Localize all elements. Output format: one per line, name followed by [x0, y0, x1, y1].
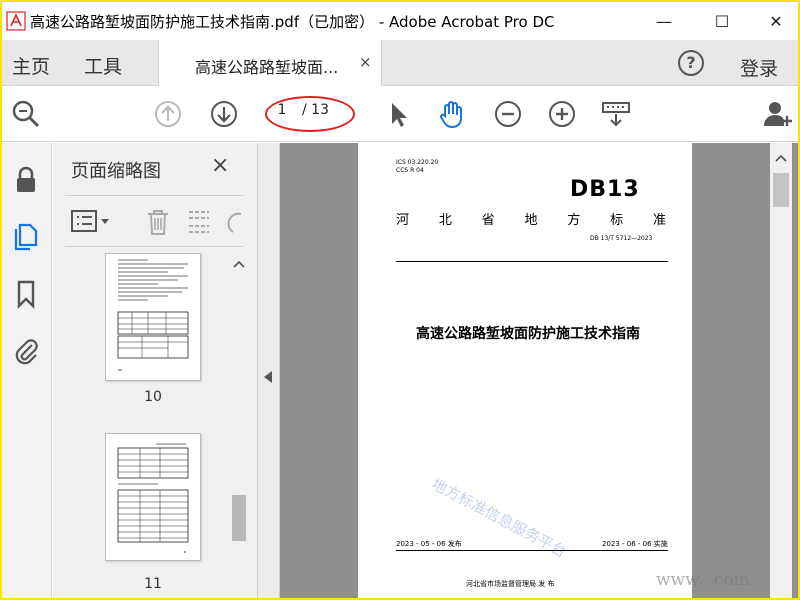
implement-date: 2023 - 06 - 06 实施	[602, 540, 668, 548]
thumbnail-scroll-thumb[interactable]	[232, 495, 246, 541]
category-char: 地	[524, 213, 538, 228]
category-char: 方	[567, 213, 581, 228]
left-rail	[2, 143, 52, 598]
category-char: 河	[396, 213, 410, 228]
login-button[interactable]: 登录	[740, 54, 778, 81]
scroll-up-arrow-icon[interactable]	[775, 153, 787, 163]
tab-tools[interactable]: 工具	[84, 52, 122, 79]
share-user-icon[interactable]	[762, 98, 794, 130]
thumbnails-panel: 页面缩略图 × 10 11	[53, 143, 258, 598]
select-cursor-icon[interactable]	[382, 98, 414, 130]
issuing-authority: 河北省市场监督管理局 发 布	[466, 580, 555, 588]
window-title: 高速公路路堑坡面防护施工技术指南.pdf（已加密） - Adobe Acroba…	[30, 13, 555, 31]
collapse-arrow-icon	[264, 371, 272, 383]
lock-icon[interactable]	[12, 165, 40, 195]
hand-tool-icon[interactable]	[436, 98, 468, 130]
tab-home[interactable]: 主页	[12, 52, 50, 79]
thumbnail-page-10[interactable]	[105, 253, 201, 381]
close-window-button[interactable]: ✕	[750, 2, 798, 40]
category-char: 标	[610, 213, 624, 228]
document-tab-label: 高速公路路堑坡面...	[195, 58, 339, 77]
thumbnail-options-icon[interactable]	[71, 209, 111, 235]
tab-bar: 主页 工具 高速公路路堑坡面... × ? 登录	[2, 40, 798, 86]
panel-title: 页面缩略图	[71, 161, 161, 182]
collapse-panel-button[interactable]	[258, 143, 280, 598]
page-thumbnails-icon[interactable]	[12, 221, 40, 251]
ics-code: ICS 03.220.20 CCS R 04	[396, 159, 438, 175]
insert-page-icon[interactable]	[185, 208, 213, 236]
document-title: 高速公路路堑坡面防护施工技术指南	[416, 326, 640, 342]
ics-line: ICS 03.220.20	[396, 159, 439, 166]
scroll-up-arrow-icon[interactable]	[233, 259, 245, 269]
close-panel-icon[interactable]: ×	[211, 153, 229, 178]
acrobat-app-icon	[6, 11, 26, 31]
maximize-button[interactable]: ☐	[696, 2, 748, 40]
zoom-search-icon[interactable]	[10, 98, 42, 130]
document-viewer: ICS 03.220.20 CCS R 04 DB13 河 北 省 地 方 标 …	[258, 143, 798, 598]
db-logo: DB13	[570, 177, 640, 202]
standard-number: DB 13/T 5712—2023	[590, 235, 653, 242]
thumbnail-label-11: 11	[144, 576, 162, 592]
standard-category: 河 北 省 地 方 标 准	[396, 209, 666, 228]
thumbnail-preview	[117, 443, 189, 553]
document-scroll-thumb[interactable]	[773, 173, 789, 207]
minimize-button[interactable]: —	[638, 2, 690, 40]
tab-document[interactable]: 高速公路路堑坡面... ×	[158, 40, 382, 86]
corner-watermark: www. .com	[656, 570, 750, 590]
category-char: 准	[652, 213, 666, 228]
ccs-line: CCS R 04	[396, 167, 424, 174]
previous-page-icon[interactable]	[152, 98, 184, 130]
attachment-icon[interactable]	[12, 335, 40, 365]
title-bar: 高速公路路堑坡面防护施工技术指南.pdf（已加密） - Adobe Acroba…	[2, 2, 798, 40]
divider	[396, 550, 668, 551]
rotate-page-icon[interactable]	[225, 208, 243, 236]
thumbnail-scrollbar[interactable]	[230, 255, 248, 598]
publish-date: 2023 - 05 - 06 发布	[396, 540, 462, 548]
thumbnail-label-10: 10	[144, 389, 162, 405]
zoom-in-icon[interactable]	[546, 98, 578, 130]
thumbnail-page-11[interactable]	[105, 433, 201, 561]
close-tab-icon[interactable]: ×	[359, 53, 372, 71]
red-highlight-ellipse	[265, 96, 355, 132]
divider	[396, 261, 668, 262]
delete-page-icon[interactable]	[145, 208, 171, 236]
zoom-out-icon[interactable]	[492, 98, 524, 130]
document-scrollbar[interactable]	[770, 143, 792, 598]
keyboard-scroll-icon[interactable]	[600, 98, 632, 130]
thumbnail-preview	[117, 259, 189, 371]
category-char: 省	[481, 213, 495, 228]
toolbar	[2, 86, 798, 142]
category-char: 北	[438, 213, 452, 228]
help-icon[interactable]: ?	[678, 50, 704, 76]
pdf-page: ICS 03.220.20 CCS R 04 DB13 河 北 省 地 方 标 …	[358, 143, 692, 598]
acrobat-window: 高速公路路堑坡面防护施工技术指南.pdf（已加密） - Adobe Acroba…	[2, 2, 798, 598]
panel-toolbar	[65, 195, 243, 247]
next-page-icon[interactable]	[208, 98, 240, 130]
bookmark-icon[interactable]	[12, 279, 40, 309]
